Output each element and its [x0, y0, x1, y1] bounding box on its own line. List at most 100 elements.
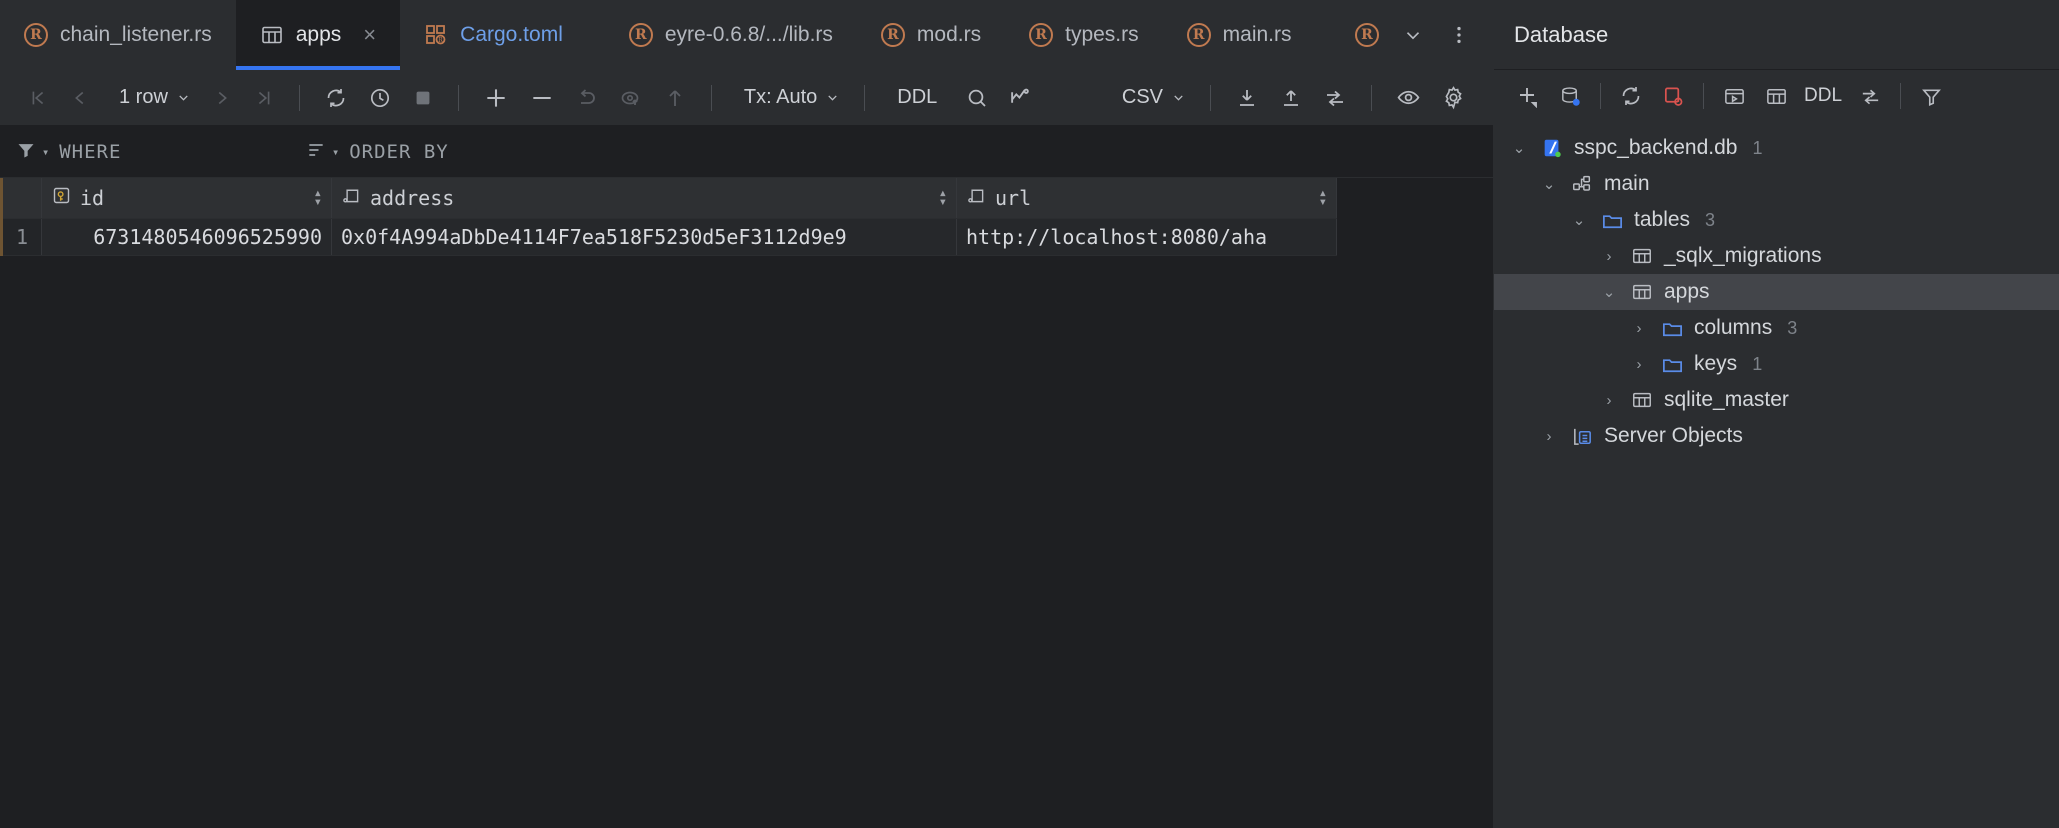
column-header-url[interactable]: url ▴ ▾ — [956, 178, 1337, 219]
history-icon[interactable] — [359, 78, 401, 118]
database-panel-title: Database — [1494, 0, 2059, 70]
console-icon[interactable] — [1714, 77, 1754, 115]
tab-cargo-toml[interactable]: R Cargo.toml — [400, 0, 587, 70]
database-tree[interactable]: ⌄ sspc_backend.db 1 ⌄ main ⌄ tables 3 › … — [1494, 122, 2059, 828]
data-transfer-icon[interactable] — [1314, 78, 1356, 118]
ide-window: R chain_listener.rs apps × R Cargo.toml … — [0, 0, 2059, 828]
database-tool-window: Database DDL ⌄ sspc_backend.db 1 ⌄ main … — [1494, 0, 2059, 828]
tree-node-sqlite-master[interactable]: › sqlite_master — [1494, 382, 2059, 418]
tree-node-tables[interactable]: ⌄ tables 3 — [1494, 202, 2059, 238]
ddl-button[interactable]: DDL — [880, 78, 954, 118]
rust-icon: R — [628, 23, 653, 47]
chevron-down-icon — [179, 95, 188, 101]
sort-desc-glyph: ▾ — [313, 193, 322, 210]
tree-node-keys[interactable]: › keys 1 — [1494, 346, 2059, 382]
tree-node-sspc-backend-db[interactable]: ⌄ sspc_backend.db 1 — [1494, 130, 2059, 166]
result-grid[interactable]: id ▴ ▾ address ▴ ▾ url ▴ ▾ 1 67314805460… — [0, 178, 1493, 828]
first-page-button[interactable] — [18, 78, 58, 118]
toolbar-divider — [457, 84, 459, 111]
tree-node-label: tables — [1634, 208, 1691, 231]
twisty-icon[interactable]: › — [1628, 320, 1650, 337]
cell-url[interactable]: http://localhost:8080/aha — [956, 218, 1337, 256]
twisty-icon[interactable]: ⌄ — [1508, 139, 1530, 157]
table-icon[interactable] — [1756, 77, 1796, 115]
tree-node-columns[interactable]: › columns 3 — [1494, 310, 2059, 346]
transaction-mode-label: Tx: Auto — [743, 86, 818, 108]
search-icon[interactable] — [956, 78, 998, 118]
upload-icon[interactable] — [1270, 78, 1312, 118]
twisty-icon[interactable]: › — [1538, 428, 1560, 445]
submit-changes-button[interactable] — [654, 78, 696, 118]
order-by-field[interactable]: ▾ ORDER BY — [290, 126, 1493, 177]
tab-main-rs[interactable]: R main.rs — [1163, 0, 1316, 70]
transaction-mode-dropdown[interactable]: Tx: Auto — [727, 78, 849, 118]
twisty-icon[interactable]: ⌄ — [1568, 211, 1590, 229]
stop-button[interactable] — [403, 78, 443, 118]
rust-icon: R — [880, 23, 905, 47]
filter-icon[interactable] — [1911, 77, 1951, 115]
filter-sort-bar: ▾ WHERE ▾ ORDER BY — [0, 126, 1493, 178]
stop-red-icon[interactable] — [1653, 77, 1693, 115]
primary-key-icon — [51, 185, 72, 211]
tab-apps[interactable]: apps × — [235, 0, 401, 70]
delete-row-button[interactable] — [520, 78, 564, 118]
eye-icon[interactable] — [1387, 78, 1430, 118]
tab-eyre-lib-rs[interactable]: R eyre-0.6.8/.../lib.rs — [605, 0, 857, 70]
last-page-button[interactable] — [244, 78, 284, 118]
data-source-properties-button[interactable] — [1550, 77, 1590, 115]
cell-id[interactable]: 6731480546096525990 — [41, 218, 332, 256]
chevron-down-icon[interactable]: ▾ — [332, 145, 339, 159]
tab-separator — [587, 0, 605, 70]
new-item-button[interactable] — [1508, 77, 1548, 115]
twisty-icon[interactable]: › — [1628, 356, 1650, 373]
ddl-button[interactable]: DDL — [1798, 77, 1848, 115]
close-icon[interactable]: × — [363, 24, 376, 46]
twisty-icon[interactable]: › — [1598, 392, 1620, 409]
chart-icon[interactable] — [1000, 78, 1043, 118]
rollback-button[interactable] — [610, 78, 652, 118]
column-header-address[interactable]: address ▴ ▾ — [331, 178, 957, 219]
chevron-down-icon[interactable]: ▾ — [42, 145, 49, 159]
sort-toggle[interactable]: ▴ ▾ — [313, 186, 322, 210]
reload-page-button[interactable] — [315, 78, 357, 118]
row-count-dropdown[interactable]: 1 row — [102, 78, 200, 118]
tree-node-server-objects[interactable]: › Server Objects — [1494, 418, 2059, 454]
table-row[interactable]: 1 6731480546096525990 0x0f4A994aDbDe4114… — [0, 218, 1337, 256]
tree-node-main[interactable]: ⌄ main — [1494, 166, 2059, 202]
revert-changes-button[interactable] — [566, 78, 608, 118]
download-icon[interactable] — [1226, 78, 1268, 118]
server-objects-icon — [1569, 423, 1595, 449]
add-row-button[interactable] — [474, 78, 518, 118]
previous-page-button[interactable] — [60, 78, 100, 118]
twisty-icon[interactable]: › — [1598, 248, 1620, 265]
next-page-button[interactable] — [202, 78, 242, 118]
tab-chain-listener-rs[interactable]: R chain_listener.rs — [0, 0, 236, 70]
tree-node-label: columns — [1694, 316, 1773, 339]
sort-toggle[interactable]: ▴ ▾ — [1319, 186, 1327, 209]
cell-address[interactable]: 0x0f4A994aDbDe4114F7ea518F5230d5eF3112d9… — [331, 218, 957, 256]
sqlite-db-icon — [1539, 135, 1565, 161]
tree-node-badge: 3 — [1787, 317, 1798, 338]
more-options-icon[interactable] — [1439, 15, 1479, 55]
toolbar-divider — [710, 84, 712, 111]
tree-node-sqlx-migrations[interactable]: › _sqlx_migrations — [1494, 238, 2059, 274]
result-table: id ▴ ▾ address ▴ ▾ url ▴ ▾ 1 67314805460… — [0, 178, 1337, 256]
sort-toggle[interactable]: ▴ ▾ — [939, 186, 947, 209]
tab-mod-rs[interactable]: R mod.rs — [857, 0, 1005, 70]
export-format-dropdown[interactable]: CSV — [1105, 78, 1195, 118]
refresh-button[interactable] — [1611, 77, 1651, 115]
where-clause-field[interactable]: ▾ WHERE — [0, 126, 290, 177]
chevron-down-icon[interactable] — [1393, 15, 1433, 55]
column-header-id[interactable]: id ▴ ▾ — [41, 178, 332, 219]
toolbar-divider — [1600, 83, 1601, 109]
gear-icon[interactable] — [1432, 78, 1475, 118]
folder-icon — [1659, 315, 1685, 341]
database-toolbar: DDL — [1494, 70, 2059, 122]
twisty-icon[interactable]: ⌄ — [1538, 175, 1560, 193]
twisty-icon[interactable]: ⌄ — [1598, 283, 1620, 301]
tree-node-apps[interactable]: ⌄ apps — [1494, 274, 2059, 310]
data-transfer-icon[interactable] — [1850, 77, 1890, 115]
tab-label: apps — [295, 23, 342, 46]
overflow-rust-icon[interactable]: R — [1347, 15, 1387, 55]
tab-types-rs[interactable]: R types.rs — [1005, 0, 1163, 70]
